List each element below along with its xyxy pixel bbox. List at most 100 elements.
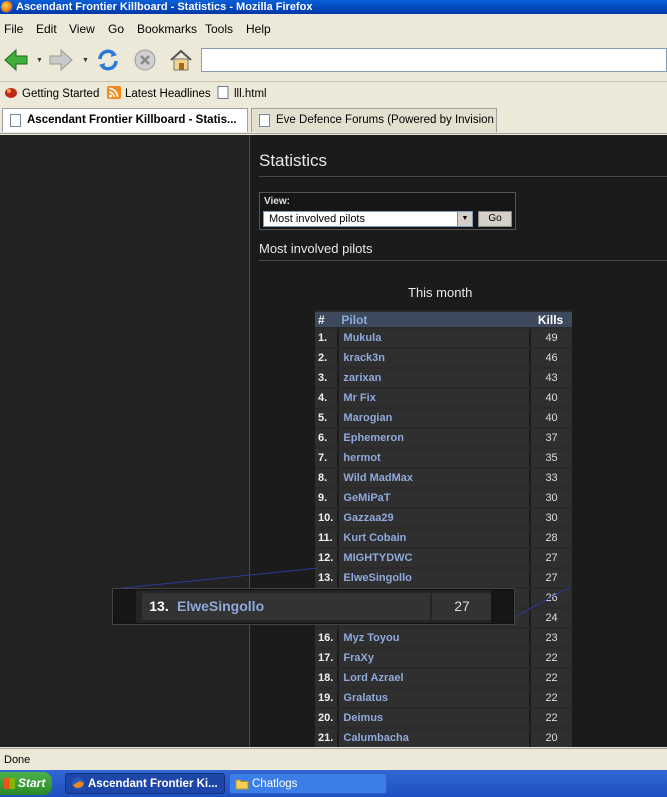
menu-file[interactable]: File [4,22,23,36]
rss-icon [107,86,121,99]
pilot-link[interactable]: Wild MadMax [337,469,530,487]
row-kills: 33 [529,469,572,487]
pilot-link[interactable]: zarixan [337,369,530,387]
table-row: 5. Marogian 40 [315,409,572,427]
stop-icon[interactable] [132,47,158,73]
row-rank: 17. [315,649,338,667]
bookmark-label: Latest Headlines [125,88,211,100]
row-kills: 30 [529,509,572,527]
firefox-icon [5,88,17,98]
table-row: 18. Lord Azrael 22 [315,669,572,687]
pilot-link[interactable]: FraXy [337,649,530,667]
pilot-link[interactable]: Deimus [337,709,530,727]
pilot-link[interactable]: Lord Azrael [337,669,530,687]
row-rank: 4. [315,389,338,407]
pilots-table: # Pilot Kills 1. Mukula 49 2. krack3n 46 3. zar… [315,310,572,747]
row-rank: 21. [315,729,338,747]
pilot-link[interactable]: Gazzaa29 [337,509,530,527]
bookmark-lll-html[interactable]: lll.html [216,86,267,100]
bookmarks-toolbar: Getting Started Latest Headlines lll.htm… [0,81,667,103]
view-select[interactable]: Most involved pilots ▼ [263,211,473,227]
bookmark-latest-headlines[interactable]: Latest Headlines [107,86,211,100]
page-icon [217,86,229,99]
start-button[interactable]: Start [0,772,52,795]
table-row: 16. Myz Toyou 23 [315,629,572,647]
tab-label: Eve Defence Forums (Powered by Invision … [276,114,497,126]
zoom-left-cap [114,590,136,623]
windows-logo-icon [4,778,15,789]
row-kills: 23 [529,629,572,647]
row-rank: 1. [315,329,338,347]
table-row: 6. Ephemeron 37 [315,429,572,447]
column-header-pilot: Pilot [337,312,530,327]
menu-tools[interactable]: Tools [205,22,233,36]
address-bar-input[interactable] [201,48,667,72]
folder-icon [235,779,249,790]
row-kills: 22 [529,709,572,727]
row-rank: 5. [315,409,338,427]
start-label: Start [18,776,46,790]
pilot-link[interactable]: Ephemeron [337,429,530,447]
row-kills: 43 [529,369,572,387]
chevron-down-icon[interactable]: ▼ [457,212,472,226]
table-row: 9. GeMiPaT 30 [315,489,572,507]
pilot-link[interactable]: ElweSingollo [337,569,530,587]
table-row: 3. zarixan 43 [315,369,572,387]
pilot-link[interactable]: Myz Toyou [337,629,530,647]
row-kills: 37 [529,429,572,447]
pilot-link[interactable]: Calumbacha [337,729,530,747]
bookmark-label: lll.html [234,88,267,100]
row-kills: 22 [529,669,572,687]
row-kills: 49 [529,329,572,347]
pilot-link[interactable]: Gralatus [337,689,530,707]
row-rank: 2. [315,349,338,367]
row-kills: 40 [529,389,572,407]
pilot-link[interactable]: Mukula [337,329,530,347]
back-arrow-icon[interactable] [3,47,29,73]
pilot-link[interactable]: Marogian [337,409,530,427]
zoom-pilot-link[interactable]: ElweSingollo [174,593,430,620]
row-rank: 6. [315,429,338,447]
zoom-rank: 13. [142,593,176,620]
zoom-right-cap [491,590,513,623]
menu-edit[interactable]: Edit [36,22,57,36]
row-rank: 18. [315,669,338,687]
menu-view[interactable]: View [69,22,95,36]
pilot-link[interactable]: Mr Fix [337,389,530,407]
row-rank: 8. [315,469,338,487]
forward-dropdown-icon[interactable]: ▼ [82,57,90,64]
row-kills: 40 [529,409,572,427]
pilot-link[interactable]: GeMiPaT [337,489,530,507]
section-title: Most involved pilots [259,241,373,256]
main-panel: Statistics View: Most involved pilots ▼ … [251,135,667,747]
forward-arrow-icon[interactable] [48,47,74,73]
menu-go[interactable]: Go [108,22,124,36]
windows-taskbar: Start Ascendant Frontier Ki... Chatlogs [0,770,667,797]
table-row: 19. Gralatus 22 [315,689,572,707]
taskbar-item-firefox[interactable]: Ascendant Frontier Ki... [65,773,225,794]
reload-icon[interactable] [95,47,121,73]
go-button[interactable]: Go [478,211,512,227]
back-dropdown-icon[interactable]: ▼ [36,57,44,64]
table-row: 8. Wild MadMax 33 [315,469,572,487]
menu-help[interactable]: Help [246,22,271,36]
tab-killboard[interactable]: Ascendant Frontier Killboard - Statis... [2,108,248,132]
left-sidebar [0,135,250,747]
page-content: Statistics View: Most involved pilots ▼ … [0,135,667,747]
row-kills: 22 [529,689,572,707]
menu-bookmarks[interactable]: Bookmarks [137,22,197,36]
pilot-link[interactable]: krack3n [337,349,530,367]
page-icon [10,114,21,127]
tab-bar: Ascendant Frontier Killboard - Statis...… [0,106,667,134]
tab-eve-forums[interactable]: Eve Defence Forums (Powered by Invision … [251,108,497,132]
bookmark-getting-started[interactable]: Getting Started [4,86,99,100]
home-icon[interactable] [168,47,194,73]
pilot-link[interactable]: hermot [337,449,530,467]
taskbar-item-label: Ascendant Frontier Ki... [88,778,218,790]
pilot-link[interactable]: Kurt Cobain [337,529,530,547]
row-rank: 20. [315,709,338,727]
taskbar-item-chatlogs[interactable]: Chatlogs [229,773,387,794]
window-titlebar: Ascendant Frontier Killboard - Statistic… [0,0,667,14]
pilot-link[interactable]: MIGHTYDWC [337,549,530,567]
row-kills: 28 [529,529,572,547]
